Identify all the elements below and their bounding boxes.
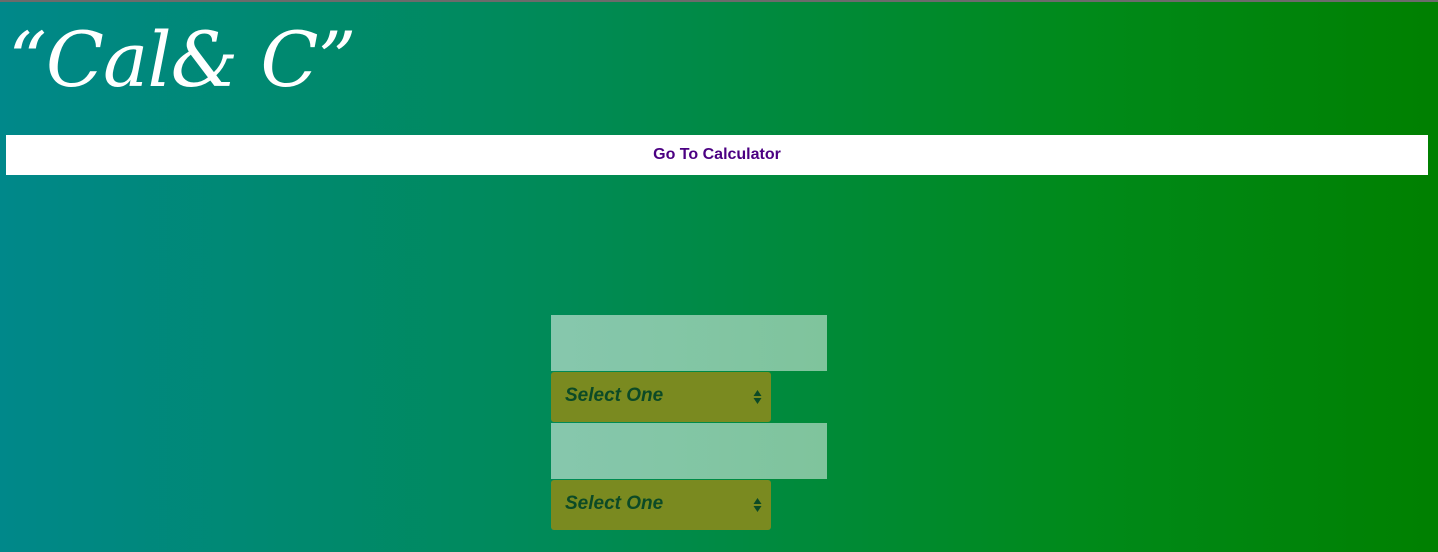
updown-triangles-icon (753, 390, 762, 404)
updown-triangles-icon (753, 498, 762, 512)
first-unit-select-value: Select One (565, 385, 664, 406)
first-amount-input[interactable] (551, 315, 827, 371)
first-unit-select[interactable]: Select One (551, 372, 771, 422)
second-unit-select-value: Select One (565, 493, 664, 514)
window-top-border (0, 0, 1438, 2)
go-to-calculator-link[interactable]: Go To Calculator (653, 146, 781, 164)
app-title: “Cal& C” (8, 15, 356, 104)
conversion-form: Select One Select One (551, 315, 827, 530)
nav-bar: Go To Calculator (6, 135, 1428, 175)
second-amount-input[interactable] (551, 423, 827, 479)
second-unit-select[interactable]: Select One (551, 480, 771, 530)
